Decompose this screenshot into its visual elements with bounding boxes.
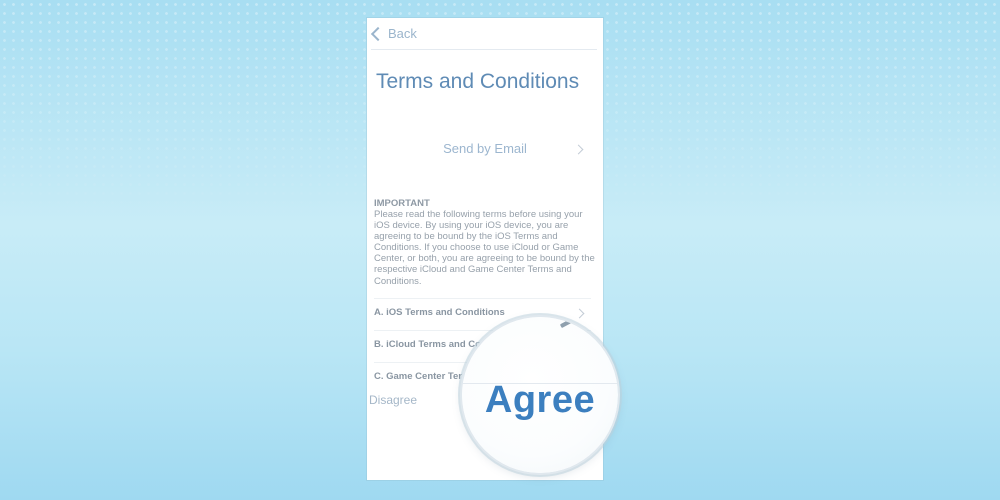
game-center-terms-label: C. Game Center Ter <box>374 371 462 382</box>
important-heading: IMPORTANT <box>374 198 430 209</box>
agree-magnifier[interactable]: Agree <box>462 317 618 473</box>
page-title: Terms and Conditions <box>376 70 580 93</box>
row-divider <box>374 298 591 299</box>
back-button[interactable]: Back <box>370 26 417 41</box>
magnified-chevron-fragment <box>559 317 575 329</box>
disagree-button[interactable]: Disagree <box>369 393 417 407</box>
nav-divider <box>371 49 597 50</box>
back-label: Back <box>388 26 417 41</box>
send-by-email-button[interactable]: Send by Email <box>367 138 603 160</box>
ios-terms-label: A. iOS Terms and Conditions <box>374 307 505 318</box>
chevron-left-icon <box>370 26 386 41</box>
send-by-email-label: Send by Email <box>443 141 527 156</box>
important-body: Please read the following terms before u… <box>374 209 595 287</box>
icloud-terms-label: B. iCloud Terms and Co <box>374 339 481 350</box>
chevron-right-icon <box>574 308 585 319</box>
agree-magnified-label: Agree <box>484 379 596 421</box>
